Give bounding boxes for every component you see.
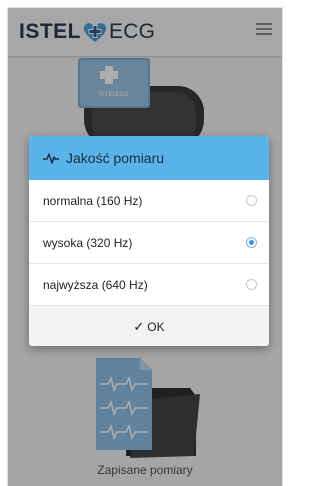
option-highest-640hz[interactable]: najwyższa (640 Hz)	[29, 264, 269, 306]
radio-button-selected[interactable]	[246, 237, 257, 248]
option-label: wysoka (320 Hz)	[43, 235, 133, 250]
radio-button[interactable]	[246, 195, 257, 206]
measurement-quality-dialog: Jakość pomiaru normalna (160 Hz) wysoka …	[29, 136, 269, 346]
pulse-icon	[43, 153, 59, 164]
app-screen: ISTEL ECG ISTELECG Zapisane pomiary Jako…	[7, 7, 283, 486]
ok-label: OK	[147, 319, 165, 334]
option-label: normalna (160 Hz)	[43, 193, 143, 208]
option-normal-160hz[interactable]: normalna (160 Hz)	[29, 180, 269, 222]
radio-button[interactable]	[246, 279, 257, 290]
ok-button[interactable]: ✓ OK	[29, 306, 269, 346]
option-label: najwyższa (640 Hz)	[43, 277, 148, 292]
dialog-title: Jakość pomiaru	[66, 150, 165, 166]
dialog-header: Jakość pomiaru	[29, 136, 269, 180]
option-high-320hz[interactable]: wysoka (320 Hz)	[29, 222, 269, 264]
check-icon: ✓	[133, 318, 145, 334]
